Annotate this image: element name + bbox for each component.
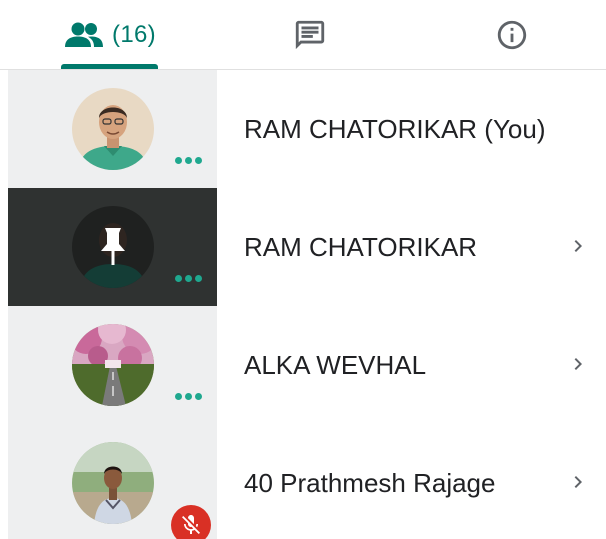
participant-name: RAM CHATORIKAR [244,232,478,262]
tab-chat[interactable] [270,0,350,70]
tab-info[interactable] [472,0,552,70]
avatar [72,442,154,524]
mic-off-icon [182,515,200,534]
participant-row[interactable]: RAM CHATORIKAR [0,188,606,306]
participant-name: RAM CHATORIKAR (You) [244,114,546,144]
avatar [72,206,154,288]
participant-tile [8,70,217,188]
participant-row[interactable]: ALKA WEVHAL [0,306,606,424]
avatar [72,324,154,406]
participant-count: (16) [112,21,156,48]
participant-tile [8,424,217,539]
tab-bar: (16) [0,0,606,70]
chevron-right-icon [574,240,582,252]
people-icon [65,22,104,47]
participant-tile [8,188,217,306]
participant-name: ALKA WEVHAL [244,350,427,380]
more-options-icon[interactable] [175,393,202,400]
chat-icon [295,20,325,50]
more-options-icon[interactable] [175,157,202,164]
chevron-right-icon [574,358,582,370]
participant-row[interactable]: RAM CHATORIKAR (You) [0,70,606,188]
participant-tile [8,306,217,424]
more-options-icon[interactable] [175,275,202,282]
participant-row[interactable]: 40 Prathmesh Rajage [0,424,606,539]
participant-list: RAM CHATORIKAR (You) RAM CHATORIKAR ALKA… [0,70,606,539]
tab-people[interactable]: (16) [40,0,180,70]
muted-mic-badge [171,505,211,539]
info-icon [497,20,527,50]
participant-name: 40 Prathmesh Rajage [244,468,496,498]
avatar [72,88,154,170]
chevron-right-icon [574,476,582,488]
